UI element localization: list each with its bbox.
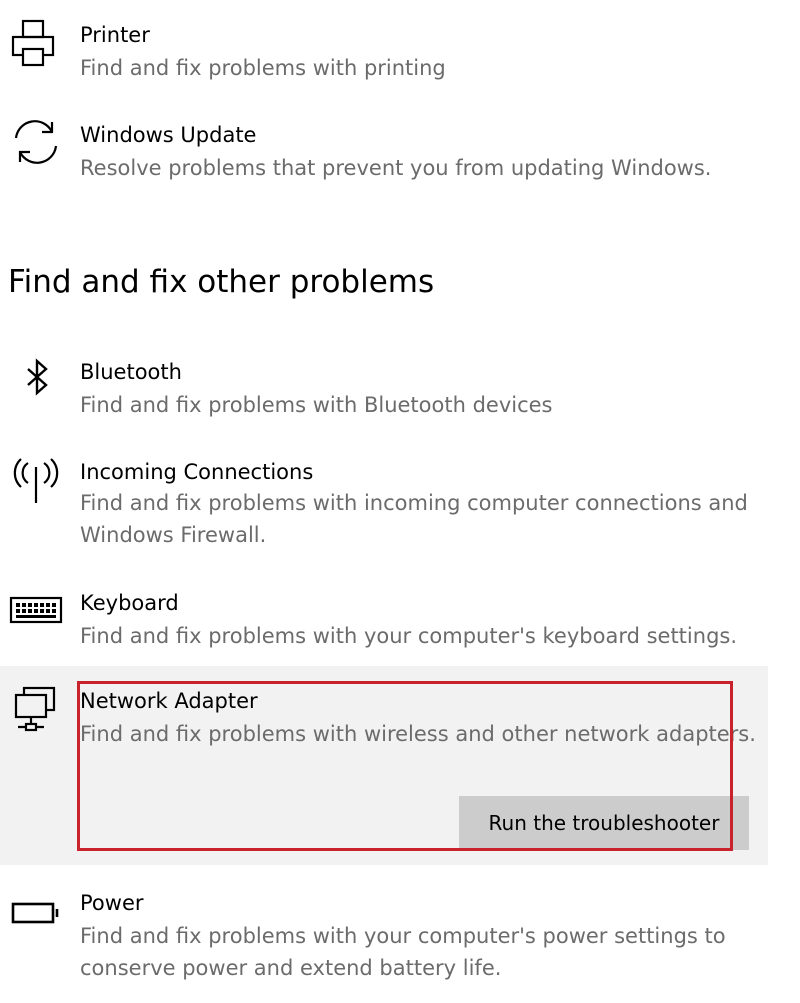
item-title: Network Adapter [80, 689, 258, 713]
item-description: Find and fix problems with your computer… [80, 924, 726, 980]
bluetooth-icon [8, 351, 64, 407]
item-title: Incoming Connections [80, 460, 314, 484]
keyboard-icon [8, 582, 64, 638]
item-description: Find and fix problems with incoming comp… [80, 491, 748, 547]
troubleshooter-item-printer[interactable]: Printer Find and fix problems with print… [0, 10, 768, 90]
item-description: Find and fix problems with Bluetooth dev… [80, 393, 553, 417]
network-adapter-icon [8, 682, 64, 738]
item-title: Power [80, 891, 144, 915]
battery-icon [8, 884, 64, 940]
run-troubleshooter-button[interactable]: Run the troubleshooter [459, 796, 749, 850]
troubleshooter-item-keyboard[interactable]: Keyboard Find and fix problems with your… [0, 578, 768, 664]
troubleshooter-item-windows-update[interactable]: Windows Update Resolve problems that pre… [0, 110, 768, 190]
item-title: Bluetooth [80, 360, 182, 384]
item-description: Find and fix problems with printing [80, 56, 446, 80]
troubleshooter-item-bluetooth[interactable]: Bluetooth Find and fix problems with Blu… [0, 347, 768, 427]
troubleshooter-item-power[interactable]: Power Find and fix problems with your co… [0, 880, 768, 992]
item-title: Keyboard [80, 591, 179, 615]
sync-icon [8, 114, 64, 170]
antenna-icon [8, 453, 64, 509]
item-description: Find and fix problems with wireless and … [80, 722, 756, 746]
item-description: Find and fix problems with your computer… [80, 624, 738, 648]
section-heading: Find and fix other problems [8, 264, 435, 300]
item-title: Windows Update [80, 123, 257, 147]
troubleshooter-item-incoming-connections[interactable]: Incoming Connections Find and fix proble… [0, 447, 768, 559]
item-description: Resolve problems that prevent you from u… [80, 156, 712, 180]
item-title: Printer [80, 23, 150, 47]
printer-icon [8, 16, 64, 72]
